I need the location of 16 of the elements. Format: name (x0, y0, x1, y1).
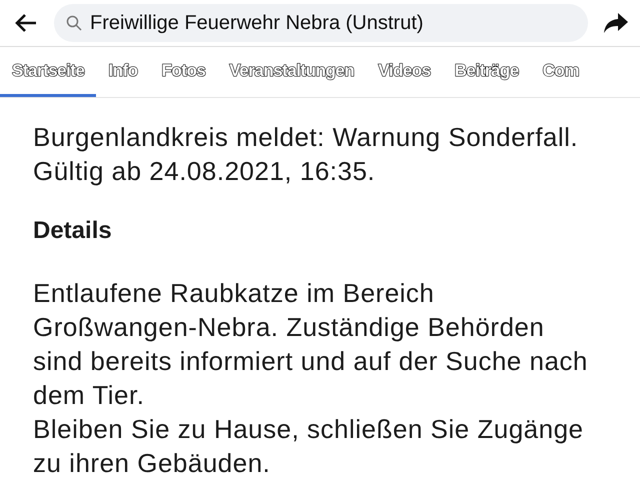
post-paragraph: Entlaufene Raubkatze im Bereich Großwangen-Nebra. Zuständige Behörden sind bereits informiert und auf der Suche nach dem Tier. (33, 277, 589, 412)
page-tab[interactable]: Videos (366, 47, 443, 97)
page-tab[interactable]: Beiträge (442, 47, 531, 97)
arrow-left-icon (15, 13, 37, 33)
search-bar[interactable]: Freiwillige Feuerwehr Nebra (Unstrut) (54, 4, 588, 42)
section-heading: Details (33, 216, 113, 246)
page-tab[interactable]: Info (96, 47, 150, 97)
page-tab[interactable]: Fotos (150, 47, 218, 97)
page-tab[interactable]: Com (530, 47, 591, 97)
search-icon (66, 15, 82, 31)
share-arrow-icon (603, 12, 629, 34)
page-tab[interactable]: Startseite (0, 47, 96, 97)
search-field[interactable]: Freiwillige Feuerwehr Nebra (Unstrut) (90, 12, 576, 34)
post-paragraph: Bleiben Sie zu Hause, schließen Sie Zugänge zu ihren Gebäuden. (33, 413, 584, 480)
post-intro: Burgenlandkreis meldet: Warnung Sonderfall. Gültig ab 24.08.2021, 16:35. (33, 121, 580, 188)
page-tab[interactable]: Veranstaltungen (217, 47, 366, 97)
